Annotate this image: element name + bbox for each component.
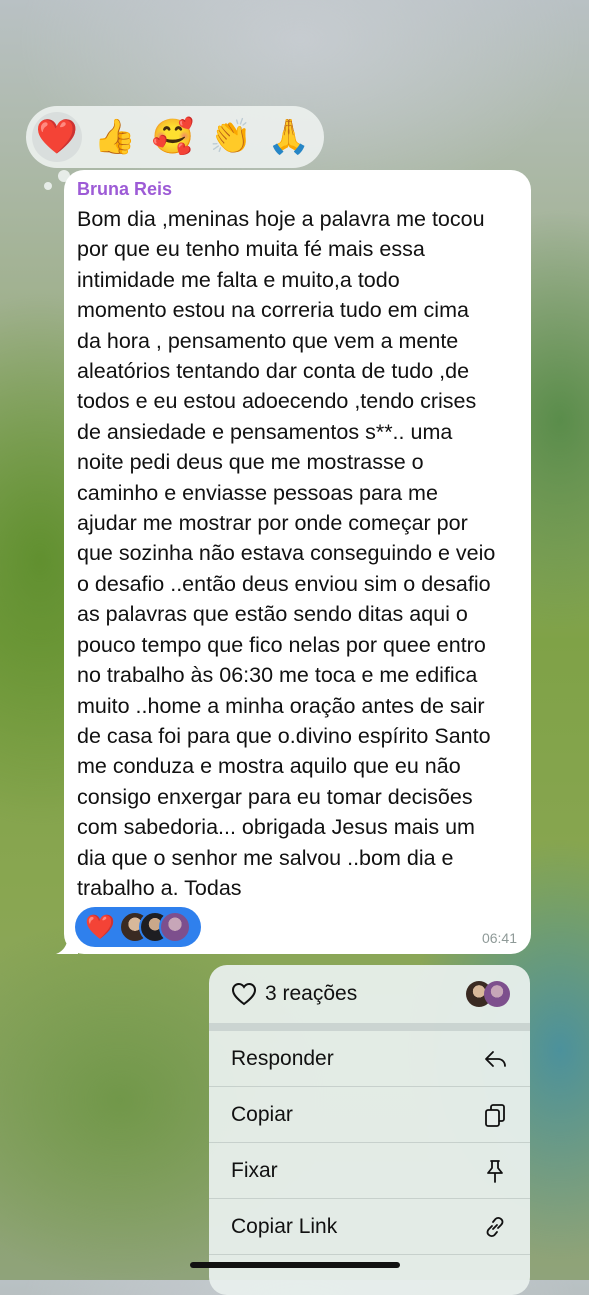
copy-icon	[485, 1103, 505, 1127]
picker-tail-dot-small	[44, 182, 52, 190]
menu-item-reply[interactable]: Responder	[209, 1031, 530, 1087]
reactions-count-label: 3 reações	[265, 982, 358, 1005]
home-indicator[interactable]	[190, 1262, 400, 1268]
reaction-clap-button[interactable]: 👏	[206, 112, 256, 162]
message-timestamp: 06:41	[481, 930, 517, 946]
message-text: Bom dia ,meninas hoje a palavra me tocou…	[77, 207, 496, 900]
reaction-pray-button[interactable]: 🙏	[264, 112, 314, 162]
menu-item-copy[interactable]: Copiar	[209, 1087, 530, 1143]
menu-item-pin[interactable]: Fixar	[209, 1143, 530, 1199]
message-reactions-pill[interactable]: ❤️	[75, 907, 201, 947]
menu-item-copy-link[interactable]: Copiar Link	[209, 1199, 530, 1255]
menu-item-label: Copiar Link	[231, 1214, 338, 1238]
avatar	[158, 911, 191, 943]
pin-icon	[487, 1159, 503, 1183]
reaction-heart-button[interactable]: ❤️	[32, 112, 82, 162]
menu-item-label: Copiar	[231, 1102, 293, 1126]
reply-icon	[485, 1050, 506, 1067]
avatar	[484, 981, 510, 1007]
context-menu: 3 reações Responder Copiar Fixar Copiar …	[209, 965, 530, 1295]
message-bubble[interactable]: Bruna Reis Bom dia ,meninas hoje a palav…	[64, 170, 531, 954]
reaction-picker: ❤️ 👍 🥰 👏 🙏	[26, 106, 324, 168]
heart-reaction-icon: ❤️	[85, 913, 115, 941]
reaction-thumbs-up-button[interactable]: 👍	[90, 112, 140, 162]
link-icon	[486, 1216, 504, 1237]
menu-item-label: Fixar	[231, 1158, 278, 1182]
menu-divider	[209, 1023, 530, 1031]
reactions-summary-row[interactable]: 3 reações	[209, 965, 530, 1023]
heart-outline-icon	[231, 982, 257, 1006]
sender-name[interactable]: Bruna Reis	[77, 178, 518, 200]
menu-item-label: Responder	[231, 1046, 334, 1070]
reaction-smiling-hearts-button[interactable]: 🥰	[148, 112, 198, 162]
